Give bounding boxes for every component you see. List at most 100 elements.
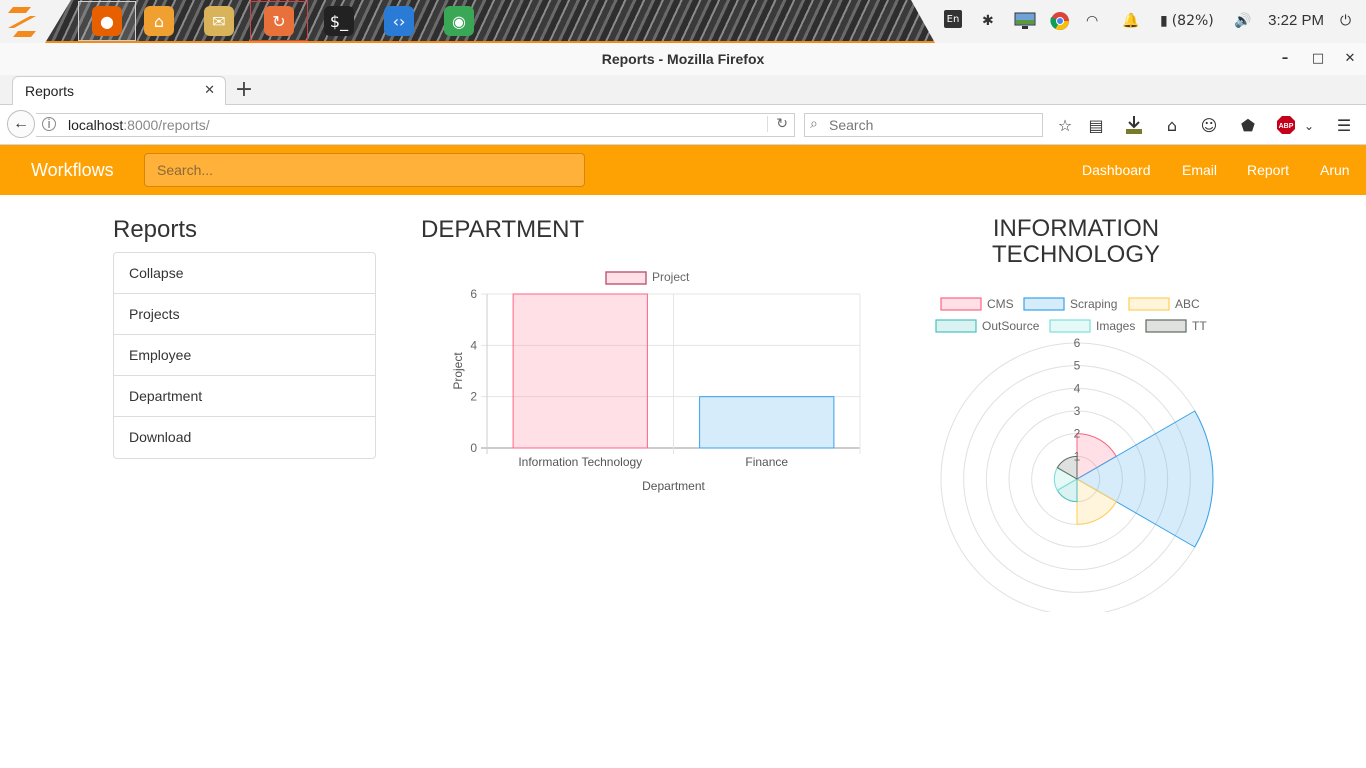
search-icon: ⌕ <box>810 116 818 132</box>
it-polar-area-chart: CMS Scraping ABC OutSource Images TT 1 2 3 4 5 6 <box>935 297 1214 612</box>
url-host: localhost <box>68 117 124 133</box>
pocket-icon[interactable]: ⬟ <box>1237 115 1259 137</box>
x-tick-label: Finance <box>745 455 788 469</box>
chrome-tray-icon[interactable] <box>1050 10 1070 32</box>
sidebar-item-projects[interactable]: Projects <box>114 294 375 335</box>
window-titlebar: Reports - Mozilla Firefox – □ ✕ <box>0 43 1366 75</box>
y-tick-label: 0 <box>470 441 477 455</box>
launcher-terminal[interactable]: $_ <box>310 1 368 41</box>
launcher-software-updater[interactable]: ↻ <box>250 1 308 41</box>
tab-title: Reports <box>25 83 75 99</box>
tab-reports[interactable]: Reports ✕ <box>12 76 226 106</box>
bookmark-star-icon[interactable]: ☆ <box>1054 115 1076 137</box>
firefox-icon: ● <box>92 6 122 36</box>
legend-label-abc[interactable]: ABC <box>1175 297 1200 311</box>
legend-swatch-images[interactable] <box>1049 319 1091 333</box>
power-icon[interactable]: ⏻ <box>1340 10 1351 32</box>
y-axis-title: Project <box>451 352 465 390</box>
legend-label-tt[interactable]: TT <box>1192 319 1207 333</box>
maximize-icon[interactable]: □ <box>1310 51 1326 67</box>
site-info-icon[interactable]: i <box>42 117 56 131</box>
wifi-icon[interactable]: ◠ <box>1086 10 1098 32</box>
new-tab-icon[interactable]: + <box>232 77 256 102</box>
zorin-menu-icon[interactable] <box>4 4 40 38</box>
sidebar-item-download[interactable]: Download <box>114 417 375 458</box>
downloads-icon[interactable] <box>1123 115 1145 137</box>
battery-icon: ▮ <box>1160 13 1168 29</box>
legend-label-outsource[interactable]: OutSource <box>982 319 1040 333</box>
legend-swatch-project[interactable] <box>605 271 647 285</box>
launcher-vscode[interactable]: ‹› <box>370 1 428 41</box>
nav-dashboard-link[interactable]: Dashboard <box>1082 162 1151 178</box>
display-icon[interactable] <box>1013 10 1037 32</box>
os-taskbar: ● ⌂ ✉ ↻ $_ ‹› ◉ En ✱ ◠ 🔔 ▮ (82%) 🔊 3:22 PM ⏻ <box>0 0 1366 43</box>
legend-swatch-tt[interactable] <box>1145 319 1187 333</box>
bar-information-technology[interactable] <box>512 293 648 449</box>
chrome-icon: ◉ <box>444 6 474 36</box>
launcher-mail[interactable]: ✉ <box>190 1 248 41</box>
files-icon: ⌂ <box>144 6 174 36</box>
launcher-chrome[interactable]: ◉ <box>430 1 488 41</box>
url-path: :8000/reports/ <box>123 117 210 133</box>
url-text: localhost:8000/reports/ <box>68 117 210 133</box>
adblock-dropdown-icon[interactable]: ⌄ <box>1298 115 1320 137</box>
launcher-files[interactable]: ⌂ <box>130 1 188 41</box>
adblock-icon[interactable]: ABP <box>1275 115 1297 137</box>
sidebar-item-employee[interactable]: Employee <box>114 335 375 376</box>
vscode-icon: ‹› <box>384 6 414 36</box>
y-tick-label: 4 <box>470 338 477 352</box>
nav-user-link[interactable]: Arun <box>1320 162 1350 178</box>
radial-tick-label: 1 <box>1074 449 1081 463</box>
polar-segment-scraping[interactable] <box>1076 410 1214 548</box>
reading-list-icon[interactable]: ▤ <box>1085 115 1107 137</box>
browser-search-bar[interactable]: ⌕ Search <box>804 113 1043 137</box>
emoji-icon[interactable]: ☺ <box>1198 115 1220 137</box>
radial-tick-label: 6 <box>1074 336 1081 350</box>
home-icon[interactable]: ⌂ <box>1161 115 1183 137</box>
software-updater-icon: ↻ <box>264 6 294 36</box>
keyboard-layout-indicator[interactable]: En <box>944 10 962 28</box>
legend-label-cms[interactable]: CMS <box>987 297 1014 311</box>
legend-swatch-scraping[interactable] <box>1023 297 1065 311</box>
legend-label-project[interactable]: Project <box>652 270 690 284</box>
launcher-firefox[interactable]: ● <box>78 1 136 41</box>
sidebar-item-collapse[interactable]: Collapse <box>114 253 375 294</box>
legend-swatch-outsource[interactable] <box>935 319 977 333</box>
tab-strip: Reports ✕ + <box>0 75 1366 106</box>
bluetooth-icon[interactable]: ✱ <box>982 10 994 32</box>
sidebar-item-department[interactable]: Department <box>114 376 375 417</box>
nav-email-link[interactable]: Email <box>1182 162 1217 178</box>
legend-label-scraping[interactable]: Scraping <box>1070 297 1117 311</box>
volume-icon[interactable]: 🔊 <box>1234 10 1251 32</box>
url-bar[interactable]: i localhost:8000/reports/ ↻ <box>36 113 795 137</box>
department-bar-chart: Project 0 2 4 6 Information Technology Financ… <box>451 270 861 493</box>
x-axis-title: Department <box>642 479 705 493</box>
legend-label-images[interactable]: Images <box>1096 319 1135 333</box>
tab-close-icon[interactable]: ✕ <box>204 82 215 98</box>
bar-finance[interactable] <box>699 396 835 449</box>
window-title: Reports - Mozilla Firefox <box>601 51 765 67</box>
notification-bell-icon[interactable]: 🔔 <box>1122 10 1139 32</box>
nav-report-link[interactable]: Report <box>1247 162 1289 178</box>
clock[interactable]: 3:22 PM <box>1268 12 1324 29</box>
radial-tick-label: 3 <box>1074 404 1081 418</box>
close-window-icon[interactable]: ✕ <box>1342 51 1358 67</box>
battery-indicator[interactable]: ▮ (82%) <box>1160 10 1214 32</box>
x-tick-label: Information Technology <box>518 455 642 469</box>
legend-swatch-cms[interactable] <box>940 297 982 311</box>
mail-icon: ✉ <box>204 6 234 36</box>
minimize-icon[interactable]: – <box>1277 51 1293 67</box>
department-title: DEPARTMENT <box>421 216 585 243</box>
browser-navbar: ← i localhost:8000/reports/ ↻ ⌕ Search ☆… <box>0 105 1366 145</box>
y-tick-label: 6 <box>470 287 477 301</box>
sidebar-title: Reports <box>113 216 198 243</box>
reload-icon[interactable]: ↻ <box>767 116 788 132</box>
back-arrow-icon[interactable]: ← <box>7 110 35 138</box>
app-navbar: Workflows Dashboard Email Report Arun <box>0 145 1366 195</box>
it-title: INFORMATION TECHNOLOGY <box>991 215 1161 268</box>
hamburger-menu-icon[interactable]: ☰ <box>1333 115 1355 137</box>
legend-swatch-abc[interactable] <box>1128 297 1170 311</box>
app-search-input[interactable] <box>144 153 585 187</box>
radial-tick-label: 4 <box>1074 381 1081 395</box>
brand-link[interactable]: Workflows <box>31 160 114 181</box>
